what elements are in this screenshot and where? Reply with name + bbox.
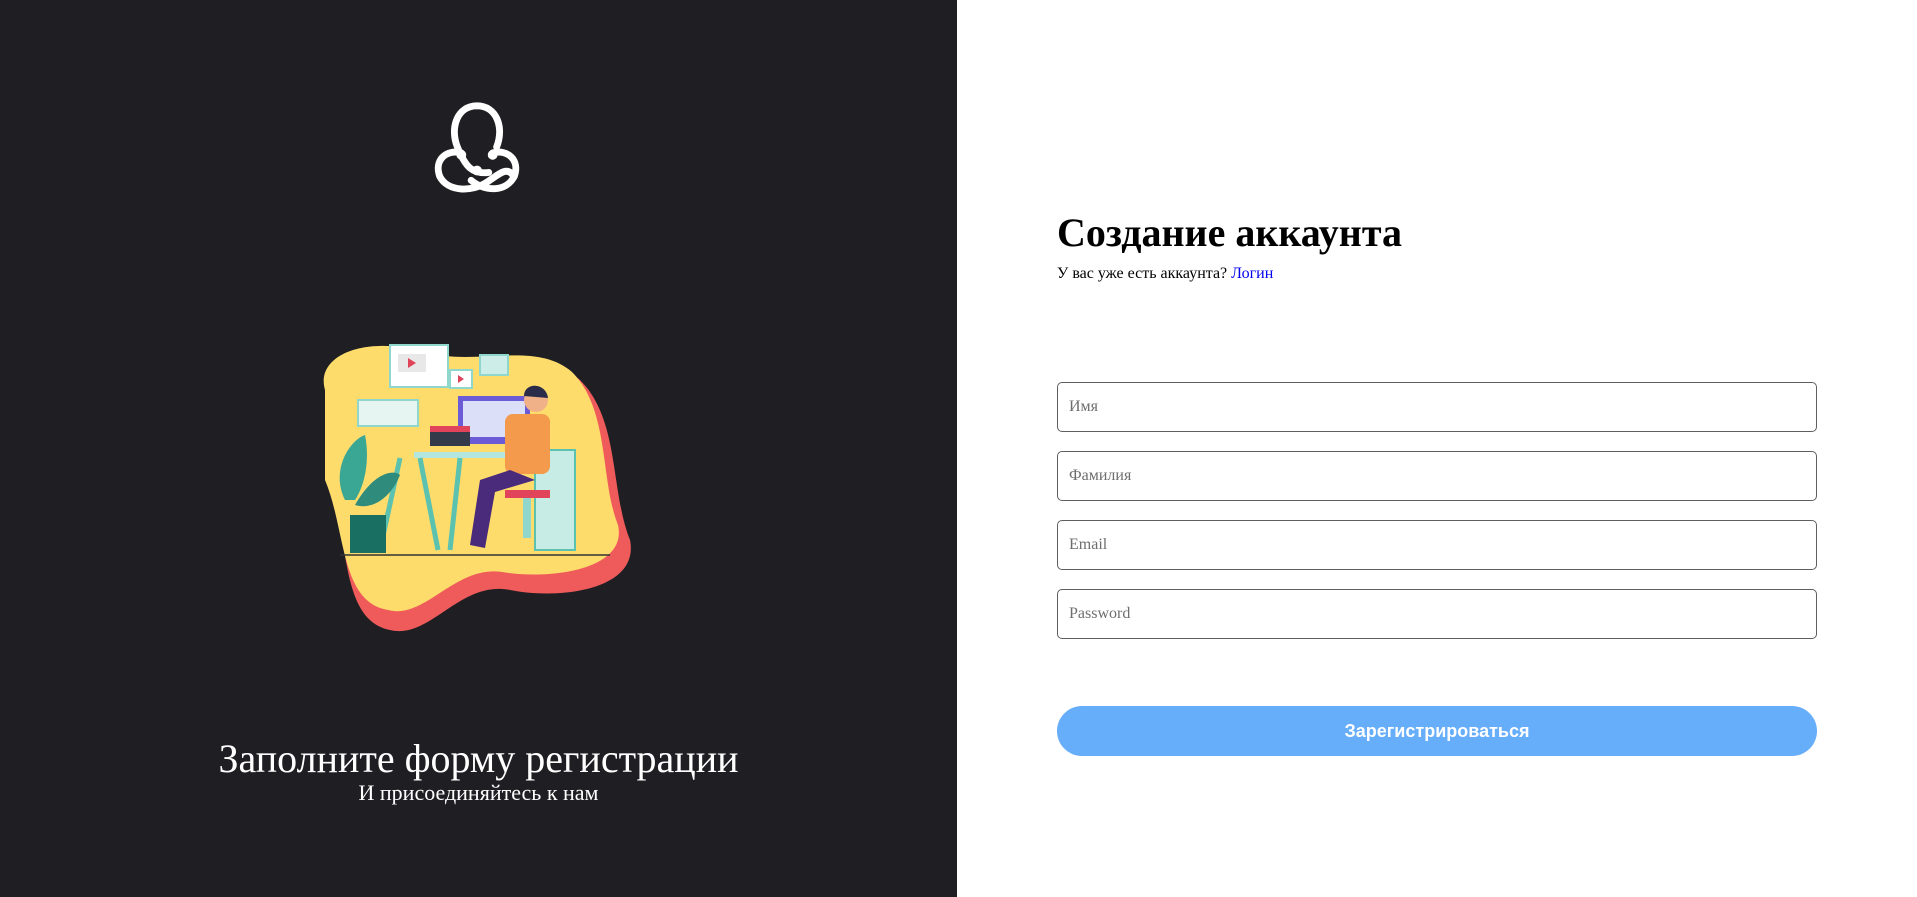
first-name-input[interactable] <box>1057 382 1817 432</box>
left-panel: Заполните форму регистрации И присоединя… <box>0 0 957 897</box>
left-panel-subtitle: И присоединяйтесь к нам <box>358 780 599 805</box>
login-link[interactable]: Логин <box>1231 265 1273 282</box>
have-account-text: У вас уже есть аккаунта? <box>1057 265 1228 282</box>
password-input[interactable] <box>1057 589 1817 639</box>
email-input[interactable] <box>1057 520 1817 570</box>
redux-logo-icon <box>434 102 520 193</box>
register-button[interactable]: Зарегистрироваться <box>1057 706 1817 756</box>
left-panel-title: Заполните форму регистрации <box>218 736 739 781</box>
page-title: Создание аккаунта <box>1057 210 1402 255</box>
last-name-input[interactable] <box>1057 451 1817 501</box>
have-account-prompt: У вас уже есть аккаунта? Логин <box>1057 264 1273 284</box>
registration-panel: Создание аккаунта У вас уже есть аккаунт… <box>957 0 1917 897</box>
person-at-desk-illustration <box>323 344 631 632</box>
